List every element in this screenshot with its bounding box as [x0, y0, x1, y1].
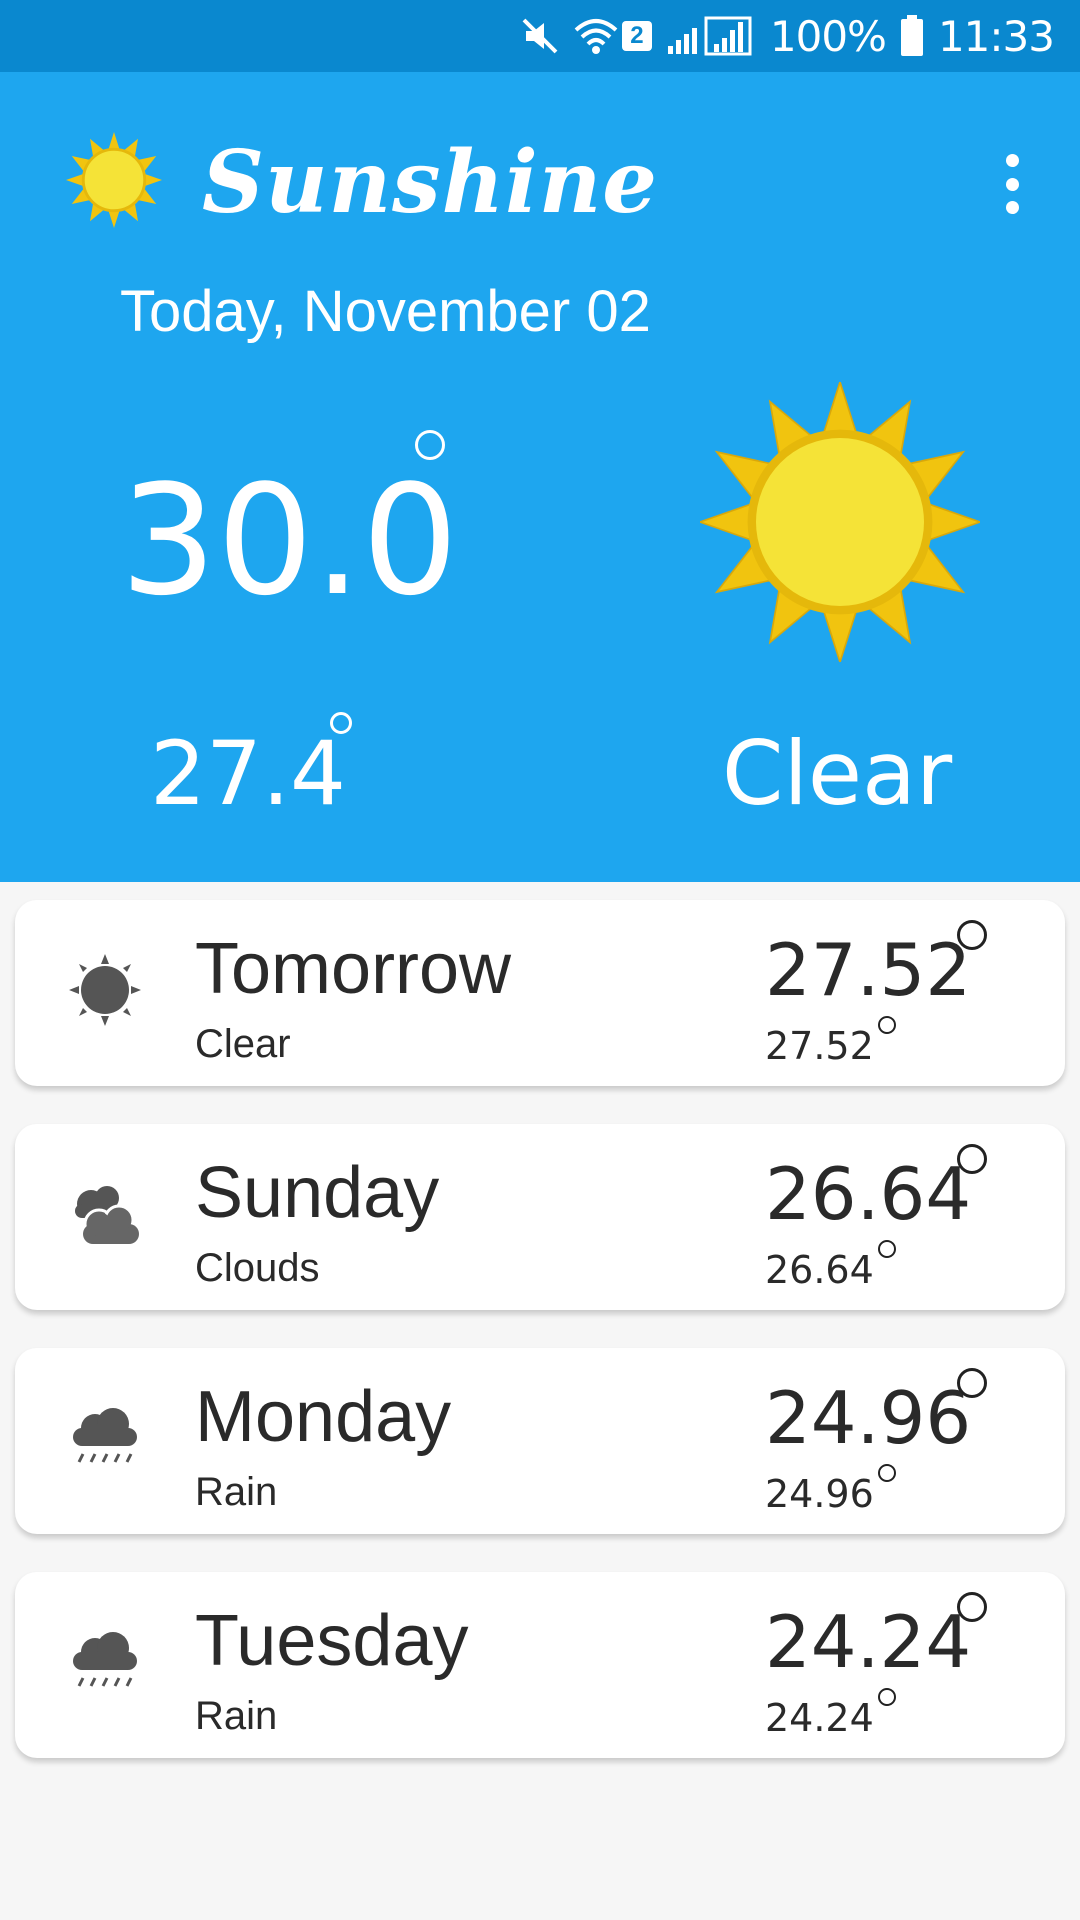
forecast-list: Tomorrow Clear 27.52 27.52 Sunday Clouds…	[15, 900, 1065, 1796]
forecast-low: 24.24	[765, 1696, 874, 1740]
forecast-item[interactable]: Tuesday Rain 24.24 24.24	[15, 1572, 1065, 1758]
clouds-icon	[65, 1174, 145, 1254]
forecast-description: Rain	[195, 1470, 278, 1514]
forecast-low: 26.64	[765, 1248, 874, 1292]
signal-icon	[666, 16, 756, 56]
sim-badge: 2	[621, 21, 652, 51]
today-high-temp: 30.0	[120, 452, 459, 629]
forecast-high: 27.52	[765, 928, 972, 1012]
forecast-item[interactable]: Sunday Clouds 26.64 26.64	[15, 1124, 1065, 1310]
status-bar: 2 100% 11:33	[0, 0, 1080, 72]
forecast-day: Monday	[195, 1377, 452, 1457]
battery-icon	[900, 15, 924, 57]
degree-symbol	[878, 1240, 896, 1258]
forecast-description: Clear	[195, 1022, 291, 1066]
sun-icon	[66, 132, 162, 228]
degree-symbol	[957, 1368, 987, 1398]
app-title: Sunshine	[202, 132, 659, 233]
degree-symbol	[878, 1464, 896, 1482]
forecast-item[interactable]: Monday Rain 24.96 24.96	[15, 1348, 1065, 1534]
forecast-description: Clouds	[195, 1246, 320, 1290]
clock: 11:33	[937, 11, 1055, 61]
rain-icon	[65, 1398, 145, 1478]
degree-symbol	[878, 1016, 896, 1034]
forecast-low: 24.96	[765, 1472, 874, 1516]
forecast-day: Tuesday	[195, 1601, 469, 1681]
degree-symbol	[878, 1688, 896, 1706]
forecast-high: 24.24	[765, 1600, 972, 1684]
forecast-high: 26.64	[765, 1152, 972, 1236]
today-low-temp: 27.4	[150, 722, 346, 825]
overflow-menu-icon[interactable]	[992, 154, 1032, 214]
battery-percent: 100%	[769, 11, 887, 61]
today-date: Today, November 02	[120, 279, 651, 344]
forecast-item[interactable]: Tomorrow Clear 27.52 27.52	[15, 900, 1065, 1086]
wifi-icon: 2	[574, 16, 652, 56]
degree-symbol	[957, 1144, 987, 1174]
degree-symbol	[415, 430, 445, 460]
today-header: Sunshine Today, November 02 30.0 27.4 Cl…	[0, 72, 1080, 882]
forecast-day: Sunday	[195, 1153, 440, 1233]
mute-icon	[520, 16, 560, 56]
degree-symbol	[330, 712, 352, 734]
degree-symbol	[957, 1592, 987, 1622]
forecast-high: 24.96	[765, 1376, 972, 1460]
today-weather-icon	[697, 379, 983, 665]
forecast-low: 27.52	[765, 1024, 874, 1068]
rain-icon	[65, 1622, 145, 1702]
degree-symbol	[957, 920, 987, 950]
clear-icon	[65, 950, 145, 1030]
forecast-description: Rain	[195, 1694, 278, 1738]
forecast-day: Tomorrow	[195, 929, 512, 1009]
today-condition: Clear	[722, 722, 953, 825]
